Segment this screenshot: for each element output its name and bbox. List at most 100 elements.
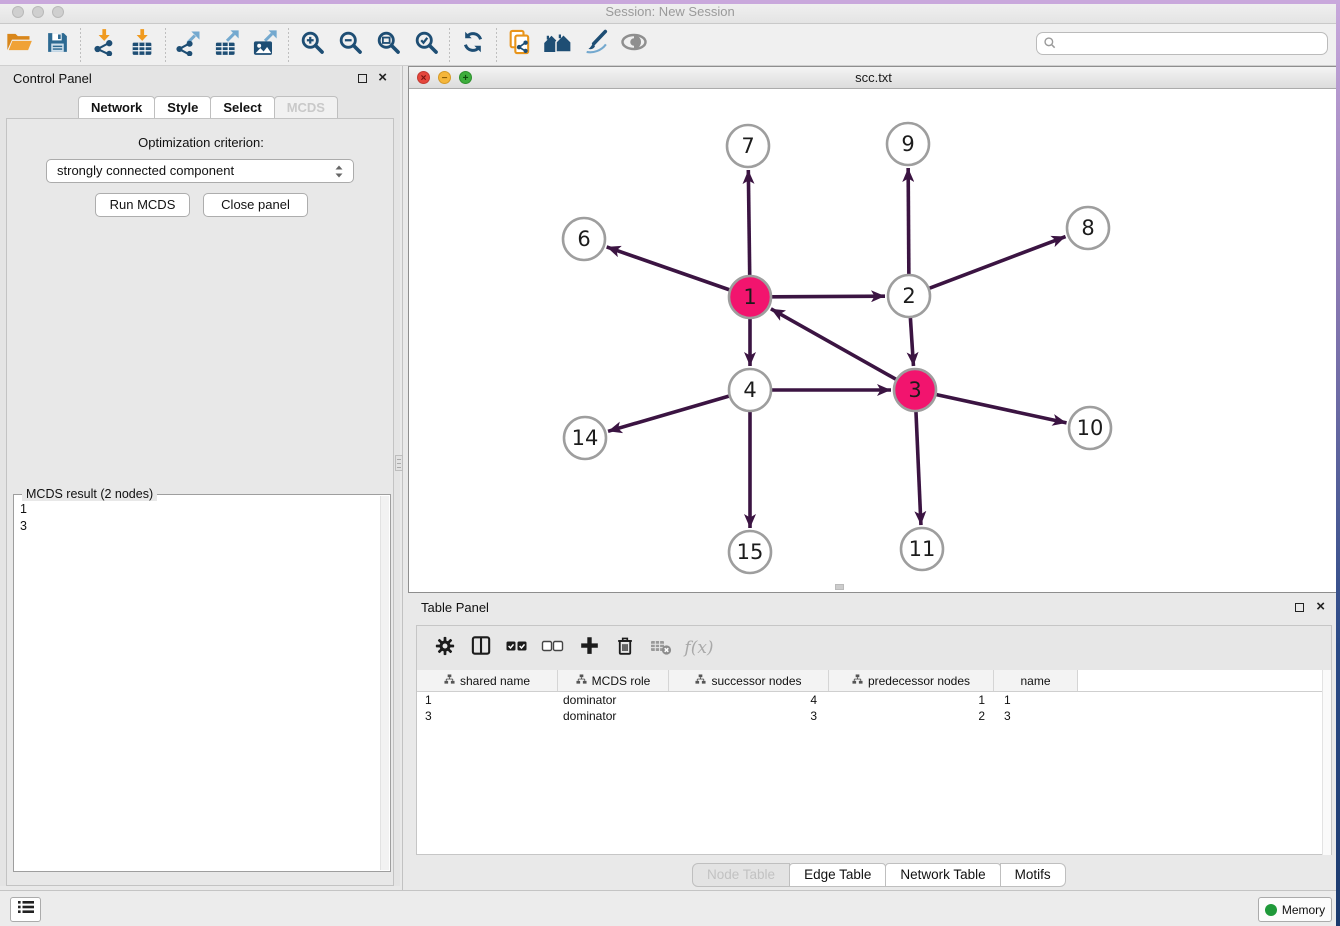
graph-edge-2-8[interactable]	[930, 237, 1066, 289]
network-maximize-button[interactable]: +	[459, 71, 472, 84]
task-history-button[interactable]	[10, 897, 41, 922]
canvas-scrollbar-thumb[interactable]	[835, 584, 844, 590]
table-cell[interactable]: 3	[994, 708, 1078, 724]
zoom-fit-button[interactable]	[369, 27, 407, 63]
table-row[interactable]: 3dominator323	[417, 708, 1331, 724]
graph-node-2[interactable]: 2	[888, 275, 930, 317]
criterion-select[interactable]: strongly connected component	[46, 159, 354, 183]
trash-icon	[614, 635, 636, 662]
search-input[interactable]	[1036, 32, 1328, 55]
export-image-button[interactable]	[246, 27, 284, 63]
column-header-name[interactable]: name	[994, 670, 1078, 691]
graph-edge-1-2[interactable]	[772, 296, 885, 297]
create-column-button[interactable]	[571, 630, 607, 666]
minimize-window-button[interactable]	[32, 6, 44, 18]
table-cell[interactable]: 1	[994, 692, 1078, 708]
svg-text:7: 7	[741, 134, 754, 158]
graph-node-10[interactable]: 10	[1069, 407, 1111, 449]
import-table-button[interactable]	[123, 27, 161, 63]
tab-mcds[interactable]: MCDS	[274, 96, 338, 119]
close-panel-icon[interactable]: ×	[378, 68, 387, 88]
column-header-shared-name[interactable]: shared name	[417, 670, 558, 691]
graph-edge-1-6[interactable]	[607, 247, 730, 290]
graph-node-3[interactable]: 3	[894, 369, 936, 411]
tab-edge-table[interactable]: Edge Table	[789, 863, 886, 887]
graph-node-4[interactable]: 4	[729, 369, 771, 411]
network-close-button[interactable]: ×	[417, 71, 430, 84]
import-network-button[interactable]	[85, 27, 123, 63]
unselect-all-columns-button[interactable]	[535, 630, 571, 666]
memory-button[interactable]: Memory	[1258, 897, 1332, 922]
export-network-button[interactable]	[170, 27, 208, 63]
zoom-out-button[interactable]	[331, 27, 369, 63]
graph-edge-4-14[interactable]	[608, 396, 729, 431]
panel-divider[interactable]	[402, 66, 403, 890]
divider-grip[interactable]	[395, 455, 403, 471]
graph-node-8[interactable]: 8	[1067, 207, 1109, 249]
tab-network[interactable]: Network	[78, 96, 155, 119]
tab-motifs[interactable]: Motifs	[1000, 863, 1066, 887]
tab-node-table[interactable]: Node Table	[692, 863, 790, 887]
close-panel-button[interactable]: Close panel	[203, 193, 308, 217]
table-row[interactable]: 1dominator411	[417, 692, 1331, 708]
column-header-successor-nodes[interactable]: successor nodes	[669, 670, 829, 691]
table-header-row: shared name MCDS role successor nodes pr…	[417, 670, 1331, 692]
graph-edge-1-7[interactable]	[748, 170, 749, 275]
first-neighbors-button[interactable]	[539, 27, 577, 63]
delete-column-button[interactable]	[607, 630, 643, 666]
table-settings-button[interactable]	[427, 630, 463, 666]
close-window-button[interactable]	[12, 6, 24, 18]
network-minimize-button[interactable]: −	[438, 71, 451, 84]
graph-node-1[interactable]: 1	[729, 276, 771, 318]
graph-edge-3-11[interactable]	[916, 412, 921, 525]
table-cell[interactable]: 3	[417, 708, 558, 724]
save-disk-icon	[45, 30, 70, 60]
graph-edge-2-3[interactable]	[910, 318, 913, 366]
close-table-panel-icon[interactable]: ×	[1316, 597, 1325, 617]
graph-node-9[interactable]: 9	[887, 123, 929, 165]
float-panel-icon[interactable]	[358, 74, 367, 83]
table-cell[interactable]: 2	[829, 708, 994, 724]
table-cell[interactable]: 1	[417, 692, 558, 708]
export-table-button[interactable]	[208, 27, 246, 63]
table-cell[interactable]: dominator	[558, 708, 669, 724]
graph-node-6[interactable]: 6	[563, 218, 605, 260]
save-session-button[interactable]	[38, 27, 76, 63]
delete-table-button[interactable]	[643, 630, 679, 666]
float-table-panel-icon[interactable]	[1295, 603, 1304, 612]
refresh-layout-button[interactable]	[454, 27, 492, 63]
zoom-window-button[interactable]	[52, 6, 64, 18]
open-file-button[interactable]	[0, 27, 38, 63]
tab-select[interactable]: Select	[210, 96, 274, 119]
column-header-predecessor-nodes[interactable]: predecessor nodes	[829, 670, 994, 691]
tab-style[interactable]: Style	[154, 96, 211, 119]
select-all-columns-button[interactable]	[499, 630, 535, 666]
zoom-in-button[interactable]	[293, 27, 331, 63]
table-cell[interactable]: 4	[669, 692, 829, 708]
zoom-selected-button[interactable]	[407, 27, 445, 63]
network-canvas[interactable]: 1 2 3 4 6 7 8 9 10 11 14 15	[409, 89, 1338, 592]
table-cell[interactable]: 3	[669, 708, 829, 724]
graph-edge-2-9[interactable]	[908, 168, 909, 274]
function-builder-button[interactable]: f(x)	[679, 630, 715, 666]
result-scrollbar[interactable]	[380, 496, 389, 870]
show-columns-button[interactable]	[463, 630, 499, 666]
table-cell[interactable]: 1	[829, 692, 994, 708]
column-header-mcds-role[interactable]: MCDS role	[558, 670, 669, 691]
graph-edge-3-1[interactable]	[771, 309, 896, 379]
annotations-button[interactable]	[615, 27, 653, 63]
graph-node-7[interactable]: 7	[727, 125, 769, 167]
clone-network-button[interactable]	[501, 27, 539, 63]
tab-network-table[interactable]: Network Table	[885, 863, 1000, 887]
graph-node-14[interactable]: 14	[564, 417, 606, 459]
graph-edge-3-10[interactable]	[936, 395, 1066, 423]
table-scrollbar[interactable]	[1322, 670, 1331, 855]
graph-node-11[interactable]: 11	[901, 528, 943, 570]
graphics-details-button[interactable]	[577, 27, 615, 63]
network-window-titlebar[interactable]: × − + scc.txt	[409, 67, 1338, 89]
mcds-result-text[interactable]: 1 3	[20, 501, 27, 535]
mcds-result-title: MCDS result (2 nodes)	[22, 487, 157, 501]
table-cell[interactable]: dominator	[558, 692, 669, 708]
graph-node-15[interactable]: 15	[729, 531, 771, 573]
run-mcds-button[interactable]: Run MCDS	[95, 193, 190, 217]
